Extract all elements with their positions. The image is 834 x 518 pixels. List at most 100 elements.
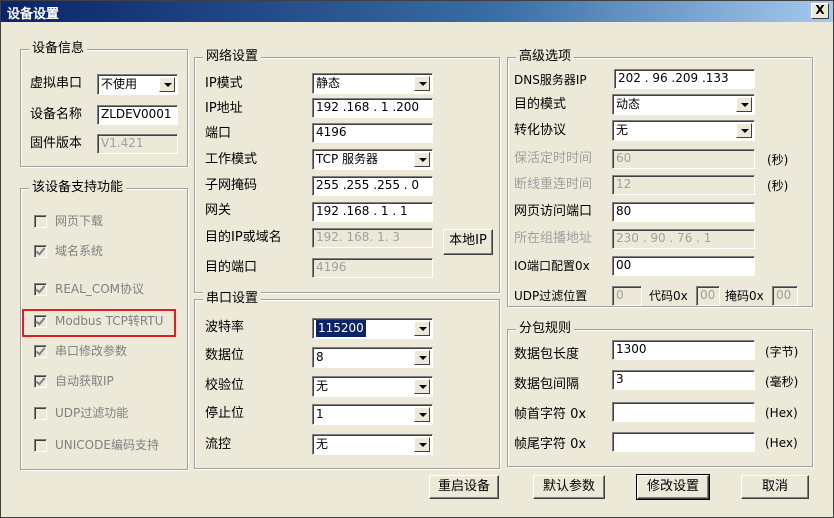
- dest-port-field: 4196: [312, 258, 433, 278]
- chevron-down-icon[interactable]: [414, 379, 430, 394]
- advanced-title: 高级选项: [516, 49, 575, 65]
- ip-field[interactable]: 192 .168 . 1 .200: [312, 98, 433, 118]
- io-config-label: IO端口配置0x: [514, 259, 590, 273]
- feature-label: 串口修改参数: [55, 344, 128, 358]
- packet-interval-unit: (毫秒): [765, 375, 799, 389]
- firmware-label: 固件版本: [30, 136, 83, 151]
- feature-label: REAL_COM协议: [55, 282, 144, 296]
- title-bar: 设备设置 X: [1, 1, 833, 22]
- vcom-value: 不使用: [101, 77, 138, 91]
- packet-length-unit: (字节): [765, 345, 799, 359]
- reconnect-unit: (秒): [767, 179, 789, 193]
- highlight-box: [22, 309, 176, 337]
- baud-value: 115200: [316, 320, 366, 337]
- close-button[interactable]: X: [811, 3, 829, 19]
- ip-label: IP地址: [205, 101, 243, 116]
- stop-bits-select[interactable]: 1: [312, 404, 433, 425]
- port-field[interactable]: 4196: [312, 123, 433, 143]
- feature-label: 自动获取IP: [55, 374, 114, 388]
- feature-checkbox[interactable]: [34, 215, 47, 228]
- chevron-down-icon[interactable]: [736, 123, 752, 138]
- local-ip-button[interactable]: 本地IP: [443, 229, 493, 255]
- feature-checkbox[interactable]: [34, 345, 47, 358]
- work-mode-select[interactable]: TCP 服务器: [312, 149, 433, 170]
- reconnect-field: 12: [612, 175, 755, 195]
- frame-head-field[interactable]: [612, 402, 755, 422]
- packet-interval-label: 数据包间隔: [514, 377, 580, 392]
- frame-tail-field[interactable]: [612, 432, 755, 452]
- feature-checkbox[interactable]: [34, 283, 47, 296]
- baud-select[interactable]: 115200: [312, 318, 433, 339]
- port-label: 端口: [205, 126, 232, 141]
- baud-label: 波特率: [205, 320, 245, 335]
- restart-button[interactable]: 重启设备: [429, 475, 499, 499]
- cancel-button[interactable]: 取消: [741, 475, 809, 499]
- chevron-down-icon[interactable]: [414, 76, 430, 91]
- feature-label: 域名系统: [55, 244, 104, 258]
- feature-checkbox[interactable]: [34, 245, 47, 258]
- feature-label: UNICODE编码支持: [55, 438, 159, 452]
- chevron-down-icon[interactable]: [414, 321, 430, 336]
- packet-title: 分包规则: [516, 321, 575, 337]
- protocol-select[interactable]: 无: [612, 120, 755, 141]
- dns-field[interactable]: 202 . 96 .209 .133: [614, 69, 755, 89]
- web-port-field[interactable]: 80: [612, 202, 755, 222]
- data-bits-label: 数据位: [205, 348, 245, 363]
- work-mode-value: TCP 服务器: [316, 152, 379, 166]
- frame-head-label: 帧首字符 0x: [514, 407, 587, 422]
- gateway-field[interactable]: 192 .168 . 1 . 1: [312, 202, 433, 222]
- feature-checkbox[interactable]: [34, 407, 47, 420]
- parity-select[interactable]: 无: [312, 376, 433, 397]
- work-mode-label: 工作模式: [205, 152, 258, 167]
- code-field: 00: [696, 286, 720, 306]
- device-info-title: 设备信息: [29, 41, 88, 57]
- features-title: 该设备支持功能: [29, 180, 127, 196]
- modify-button[interactable]: 修改设置: [636, 474, 710, 500]
- multicast-label: 所在组播地址: [514, 231, 593, 246]
- web-port-label: 网页访问端口: [514, 204, 593, 219]
- stop-bits-value: 1: [316, 407, 324, 421]
- io-config-field[interactable]: 00: [612, 256, 755, 276]
- dest-mode-value: 动态: [616, 97, 641, 111]
- packet-interval-field[interactable]: 3: [612, 370, 755, 390]
- feature-label: 网页下载: [55, 214, 104, 228]
- chevron-down-icon[interactable]: [736, 97, 752, 112]
- feature-checkbox[interactable]: [34, 439, 47, 452]
- firmware-field: V1.421: [97, 134, 178, 154]
- vcom-select[interactable]: 不使用: [97, 74, 178, 95]
- mask-hex-field: 00: [772, 286, 798, 306]
- udp-filter-field: 0: [612, 286, 642, 306]
- udp-filter-label: UDP过滤位置: [514, 289, 588, 303]
- chevron-down-icon[interactable]: [159, 77, 175, 92]
- feature-checkbox[interactable]: [34, 375, 47, 388]
- defaults-button[interactable]: 默认参数: [533, 475, 605, 499]
- packet-length-label: 数据包长度: [514, 347, 580, 362]
- data-bits-select[interactable]: 8: [312, 347, 433, 368]
- chevron-down-icon[interactable]: [414, 350, 430, 365]
- mask-label: 子网掩码: [205, 178, 258, 193]
- packet-length-field[interactable]: 1300: [612, 340, 755, 360]
- chevron-down-icon[interactable]: [414, 407, 430, 422]
- parity-value: 无: [316, 379, 329, 393]
- stop-bits-label: 停止位: [205, 406, 245, 421]
- protocol-value: 无: [616, 123, 629, 137]
- data-bits-value: 8: [316, 350, 324, 364]
- flow-value: 无: [316, 437, 329, 451]
- ip-mode-select[interactable]: 静态: [312, 73, 433, 94]
- dest-port-label: 目的端口: [205, 260, 258, 275]
- dest-mode-select[interactable]: 动态: [612, 94, 755, 115]
- serial-title: 串口设置: [203, 291, 262, 307]
- flow-select[interactable]: 无: [312, 434, 433, 455]
- reconnect-label: 断线重连时间: [514, 177, 593, 192]
- mask-field[interactable]: 255 .255 .255 . 0: [312, 176, 433, 196]
- protocol-label: 转化协议: [514, 123, 567, 138]
- device-name-field[interactable]: ZLDEV0001: [97, 105, 178, 125]
- window-title: 设备设置: [7, 7, 60, 22]
- keepalive-label: 保活定时时间: [514, 151, 593, 166]
- dns-label: DNS服务器IP: [514, 73, 587, 87]
- frame-head-unit: (Hex): [765, 406, 798, 420]
- mask-hex-label: 掩码0x: [725, 289, 764, 303]
- ip-mode-label: IP模式: [205, 76, 243, 91]
- chevron-down-icon[interactable]: [414, 152, 430, 167]
- chevron-down-icon[interactable]: [414, 437, 430, 452]
